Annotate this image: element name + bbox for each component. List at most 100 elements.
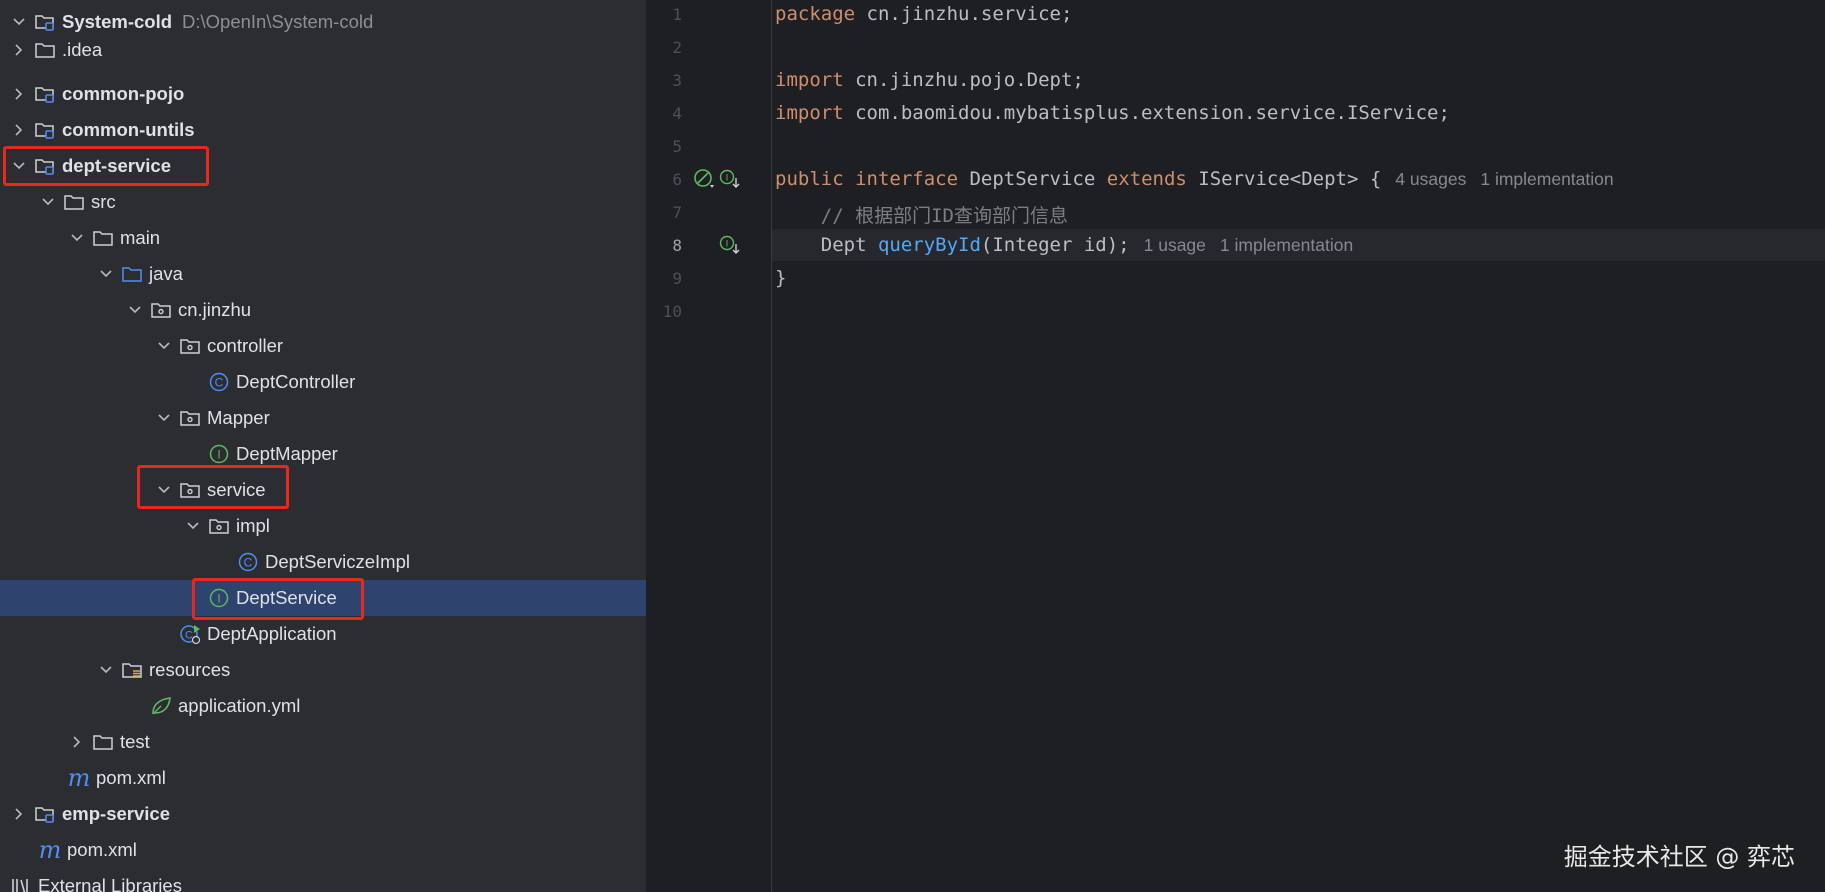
code-text: DeptService (958, 168, 1107, 190)
maven-icon: m (38, 836, 62, 864)
chevron-down-icon[interactable] (126, 301, 144, 319)
code-line-9[interactable]: } (775, 267, 786, 289)
code-line-6[interactable]: public interface DeptService extends ISe… (775, 168, 1614, 190)
tree-node-controller[interactable]: controller (0, 328, 646, 364)
tree-node-cn-jinzhu[interactable]: cn.jinzhu (0, 292, 646, 328)
tree-node-label: .idea (62, 39, 103, 60)
tree-node-label: Mapper (207, 407, 270, 428)
tree-node-label: main (120, 227, 161, 248)
chevron-down-icon[interactable] (68, 229, 86, 247)
module-folder-icon (34, 83, 56, 105)
tree-node-label: DeptMapper (236, 443, 338, 464)
tree-node-impl[interactable]: impl (0, 508, 646, 544)
chevron-down-icon[interactable] (97, 661, 115, 679)
class-icon: C (237, 551, 259, 573)
tree-node-label: dept-service (62, 155, 171, 176)
tree-node-dept-mapper[interactable]: I DeptMapper (0, 436, 646, 472)
folder-icon (92, 227, 114, 249)
code-line-8[interactable]: Dept queryById(Integer id); 1 usage 1 impl… (775, 234, 1353, 256)
chevron-right-icon[interactable] (10, 121, 28, 139)
tree-node-resources[interactable]: resources (0, 652, 646, 688)
tree-node-root-pom[interactable]: m pom.xml (0, 832, 646, 868)
tree-node-src[interactable]: src (0, 184, 646, 220)
implemented-gutter-icon[interactable]: I (719, 168, 741, 190)
package-icon (179, 407, 201, 429)
tree-node-label: cn.jinzhu (178, 299, 252, 320)
line-number: 3 (672, 71, 682, 90)
chevron-down-icon[interactable] (10, 157, 28, 175)
svg-text:I: I (726, 239, 729, 249)
chevron-right-icon[interactable] (10, 805, 28, 823)
spring-leaf-icon (150, 695, 172, 717)
code-text: IService<Dept> { (1186, 168, 1382, 190)
tree-node-dept-service[interactable]: dept-service (0, 148, 646, 184)
line-number: 7 (672, 203, 682, 222)
chevron-right-icon[interactable] (10, 85, 28, 103)
chevron-down-icon[interactable] (39, 193, 57, 211)
code-line-3[interactable]: import cn.jinzhu.pojo.Dept; (775, 69, 1084, 91)
folder-icon (63, 191, 85, 213)
tree-node-application-yml[interactable]: application.yml (0, 688, 646, 724)
tree-node-java[interactable]: java (0, 256, 646, 292)
keyword: import (775, 69, 844, 91)
line-number: 2 (672, 38, 682, 57)
tree-node-dept-service-interface[interactable]: I DeptService (0, 580, 646, 616)
keyword: import (775, 102, 844, 124)
chevron-right-icon[interactable] (10, 41, 28, 59)
svg-text:I: I (217, 448, 220, 462)
editor-gutter: 1 2 3 4 5 6 7 8 9 10 I I (646, 0, 772, 892)
tree-node-dept-application[interactable]: C DeptApplication (0, 616, 646, 652)
chevron-right-icon[interactable] (68, 733, 86, 751)
chevron-down-icon[interactable] (155, 337, 173, 355)
usages-inlay-hint[interactable]: 1 usage (1144, 235, 1206, 255)
tree-node-label: java (149, 263, 183, 284)
bean-gutter-icon[interactable] (693, 168, 715, 190)
tree-node-test[interactable]: test (0, 724, 646, 760)
tree-node-common-untils[interactable]: common-untils (0, 112, 646, 148)
usages-inlay-hint[interactable]: 4 usages (1395, 169, 1466, 189)
module-folder-icon (34, 803, 56, 825)
tree-node-label: impl (236, 515, 270, 536)
implementations-inlay-hint[interactable]: 1 implementation (1220, 235, 1353, 255)
tree-node-dept-controller[interactable]: C DeptController (0, 364, 646, 400)
module-folder-icon (34, 155, 56, 177)
implemented-gutter-icon[interactable]: I (719, 234, 741, 256)
chevron-down-icon[interactable] (155, 481, 173, 499)
tree-node-dept-service-impl[interactable]: C DeptServiczeImpl (0, 544, 646, 580)
source-folder-icon (121, 263, 143, 285)
code-line-7[interactable]: // 根据部门ID查询部门信息 (775, 201, 1068, 228)
tree-node-label: emp-service (62, 803, 170, 824)
svg-text:C: C (244, 556, 253, 570)
tree-node-service[interactable]: service (0, 472, 646, 508)
tree-node-emp-service[interactable]: emp-service (0, 796, 646, 832)
keyword: public (775, 168, 844, 190)
tree-node-external-libraries[interactable]: External Libraries (0, 868, 646, 892)
tree-node-main[interactable]: main (0, 220, 646, 256)
tree-node-common-pojo[interactable]: common-pojo (0, 76, 646, 112)
svg-text:C: C (185, 630, 193, 642)
keyword: extends (1106, 168, 1187, 190)
tree-node-label: resources (149, 659, 231, 680)
module-folder-icon (34, 11, 56, 33)
maven-icon: m (67, 764, 91, 792)
chevron-down-icon[interactable] (10, 13, 28, 31)
tree-node-label: controller (207, 335, 284, 356)
code-line-4[interactable]: import com.baomidou.mybatisplus.extensio… (775, 102, 1450, 124)
code-line-1[interactable]: package cn.jinzhu.service; (775, 3, 1072, 25)
tree-node-idea[interactable]: .idea (0, 32, 646, 68)
resources-folder-icon (121, 659, 143, 681)
keyword: interface (855, 168, 959, 190)
chevron-down-icon[interactable] (184, 517, 202, 535)
interface-icon: I (208, 443, 230, 465)
implementations-inlay-hint[interactable]: 1 implementation (1480, 169, 1613, 189)
chevron-down-icon[interactable] (155, 409, 173, 427)
tree-node-mapper[interactable]: Mapper (0, 400, 646, 436)
tree-node-label: common-pojo (62, 83, 185, 104)
code-editor[interactable]: 1 2 3 4 5 6 7 8 9 10 I I package cn.jinz… (646, 0, 1825, 892)
module-folder-icon (34, 119, 56, 141)
tree-node-label: src (91, 191, 116, 212)
tree-node-label: DeptServiczeImpl (265, 551, 410, 572)
tree-node-label: common-untils (62, 119, 195, 140)
tree-node-dept-pom[interactable]: m pom.xml (0, 760, 646, 796)
chevron-down-icon[interactable] (97, 265, 115, 283)
